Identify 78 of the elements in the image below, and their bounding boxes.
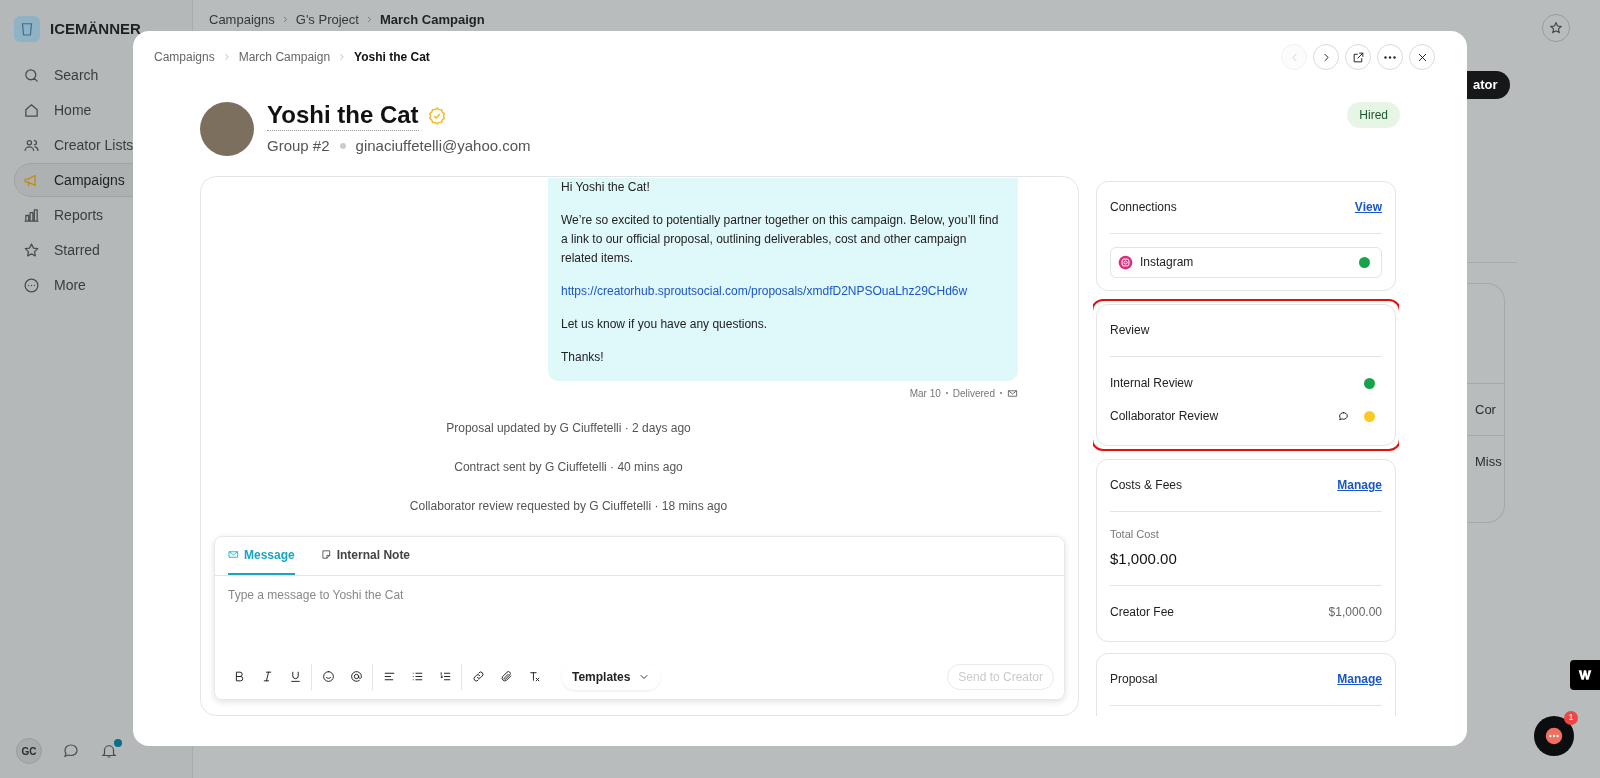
message-text: Hi Yoshi the Cat! [561,178,651,196]
star-icon [1549,21,1563,35]
external-link-icon [1351,50,1365,64]
templates-dropdown[interactable]: Templates [562,663,661,690]
user-avatar[interactable]: GC [16,738,42,764]
total-amount: $1,000.00 [1110,549,1178,569]
manage-link[interactable]: Manage [1337,670,1382,688]
creator-group: Group #2 [267,135,330,158]
breadcrumb-link[interactable]: March Campaign [238,48,331,66]
w-logo-button[interactable] [1570,660,1600,690]
more-button[interactable] [1377,44,1403,70]
message-text: Thanks! [561,348,605,366]
nav-item[interactable]: More [14,268,178,302]
nav-item[interactable]: Creator Lists [14,128,178,162]
more-icon [1384,55,1396,59]
review-label: Collaborator Review [1110,408,1220,425]
total-label: Total Cost [1110,526,1160,542]
mention-icon [349,670,363,683]
breadcrumb-link[interactable]: Yoshi the Cat [354,48,430,66]
emoji-icon [321,670,335,683]
chat-launcher-button[interactable] [1534,716,1574,756]
card-title: Proposal [1110,671,1158,688]
bar-chart-icon [23,206,40,224]
paperclip-icon [499,670,513,683]
open-external-button[interactable] [1345,44,1371,70]
card-title: Review [1110,322,1150,339]
envelope-icon [1007,387,1018,399]
underline-icon [288,670,302,683]
breadcrumb-link[interactable]: March Campaign [379,10,485,30]
review-label: Internal Review [1110,375,1194,392]
star-icon [23,241,40,259]
photo-placeholder [200,101,254,156]
note-icon [320,549,332,560]
message-text: Let us know if you have any questions. [561,315,769,333]
card-title: Connections [1110,199,1177,216]
home-icon [23,101,40,119]
comment-icon [1337,409,1350,423]
nav-item[interactable]: Starred [14,233,178,267]
brand-name: ICEMÄNNER [50,18,141,39]
message-text: We’re so excited to potentially partner together on this campaign. Below, you’ll find a link to our official proposal, outlining deliverables, cost and other campaign related items. [561,211,1000,267]
activity-text: Collaborator review requested by G Ciuffetelli · 18 mins ago [409,497,728,515]
link-icon [471,670,485,683]
fee-amount: $1,000.00 [1328,603,1382,621]
unread-count: 1 [1564,711,1578,725]
message-input[interactable]: Type a message to Yoshi the Cat [228,585,1051,604]
align-icon [382,670,396,683]
bullet-list-icon [410,670,424,683]
nav-item[interactable]: Reports [14,198,178,232]
creator-email: ginaciuffetelli@yahoo.com [355,136,531,156]
chat-bubble-icon [1543,725,1565,747]
clear-format-icon [527,670,541,683]
chat-icon[interactable] [62,742,80,760]
creator-name: Yoshi the Cat [267,100,419,131]
camera-icon [1118,254,1133,270]
manage-link[interactable]: Manage [1337,476,1382,494]
numbered-list-icon [438,670,452,683]
partial-text: Cor [1474,400,1496,419]
message-date: Mar 10 [909,386,941,401]
breadcrumb-link[interactable]: Campaigns [154,48,215,66]
activity-text: Proposal updated by G Ciuffetelli · 2 days ago [446,419,691,437]
proposal-link[interactable]: https://creatorhub.sproutsocial.com/proposals/xmdfD2NPSOuaLhz29CHd6w [561,281,1005,301]
status-badge: Hired [1347,102,1400,128]
connection-name: Instagram [1140,254,1195,271]
activity-text: Contract sent by G Ciuffetelli · 40 mins ago [454,458,683,476]
envelope-icon [228,549,239,560]
delivery-status: Delivered [952,386,995,401]
breadcrumb-link[interactable]: G's Project [295,10,359,30]
card-title: Costs & Fees [1110,477,1183,494]
composer-tab[interactable]: Internal Note [320,536,411,575]
search-icon [23,66,40,84]
w-logo-icon [1577,668,1593,682]
bell-icon[interactable] [100,742,118,760]
view-link[interactable]: View [1354,198,1382,216]
nav-item[interactable]: Home [14,93,178,127]
partial-text: Miss [1474,453,1502,472]
breadcrumb-link[interactable]: Campaigns [209,10,275,30]
fee-label: Creator Fee [1110,603,1175,621]
connection-row[interactable]: Instagram [1110,246,1382,278]
